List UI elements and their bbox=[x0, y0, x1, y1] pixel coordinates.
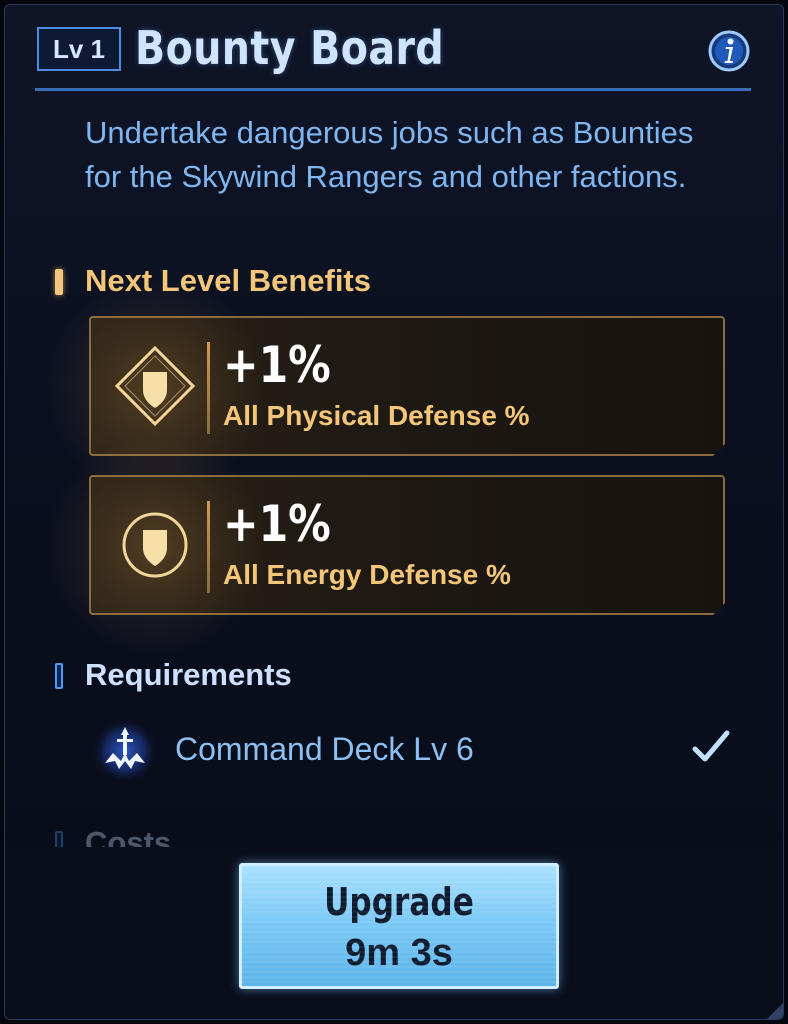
panel-header: Lv 1 Bounty Board bbox=[35, 19, 751, 91]
upgrade-time: 9m 3s bbox=[345, 932, 453, 974]
benefit-value: +1% bbox=[223, 336, 331, 394]
checkmark-icon bbox=[692, 730, 730, 762]
benefit-label: All Physical Defense % bbox=[223, 400, 530, 431]
benefit-card: +1% All Physical Defense % bbox=[41, 278, 725, 498]
upgrade-button[interactable]: Upgrade 9m 3s bbox=[239, 863, 559, 989]
circle-shield-icon bbox=[122, 512, 188, 578]
diamond-shield-icon bbox=[114, 345, 196, 427]
building-description: Undertake dangerous jobs such as Bountie… bbox=[85, 115, 694, 194]
requirement-label: Command Deck Lv 6 bbox=[175, 731, 474, 767]
requirements-section-marker bbox=[55, 663, 63, 689]
info-button[interactable] bbox=[707, 29, 751, 73]
building-upgrade-panel: Lv 1 Bounty Board Undertake dangerous jo… bbox=[4, 4, 784, 1020]
info-icon bbox=[708, 30, 750, 72]
upgrade-button-label: Upgrade bbox=[324, 880, 474, 924]
benefit-value: +1% bbox=[223, 495, 331, 553]
level-badge: Lv 1 bbox=[37, 27, 121, 71]
benefit-label: All Energy Defense % bbox=[223, 559, 511, 590]
benefits-section-marker bbox=[55, 269, 63, 295]
requirements-section-title: Requirements bbox=[85, 657, 292, 692]
benefits-section-title: Next Level Benefits bbox=[85, 263, 371, 298]
page-title: Bounty Board bbox=[135, 21, 445, 75]
benefit-card: +1% All Energy Defense % bbox=[41, 437, 725, 657]
requirement-item[interactable]: Command Deck Lv 6 bbox=[91, 713, 731, 789]
command-deck-icon bbox=[92, 718, 158, 784]
